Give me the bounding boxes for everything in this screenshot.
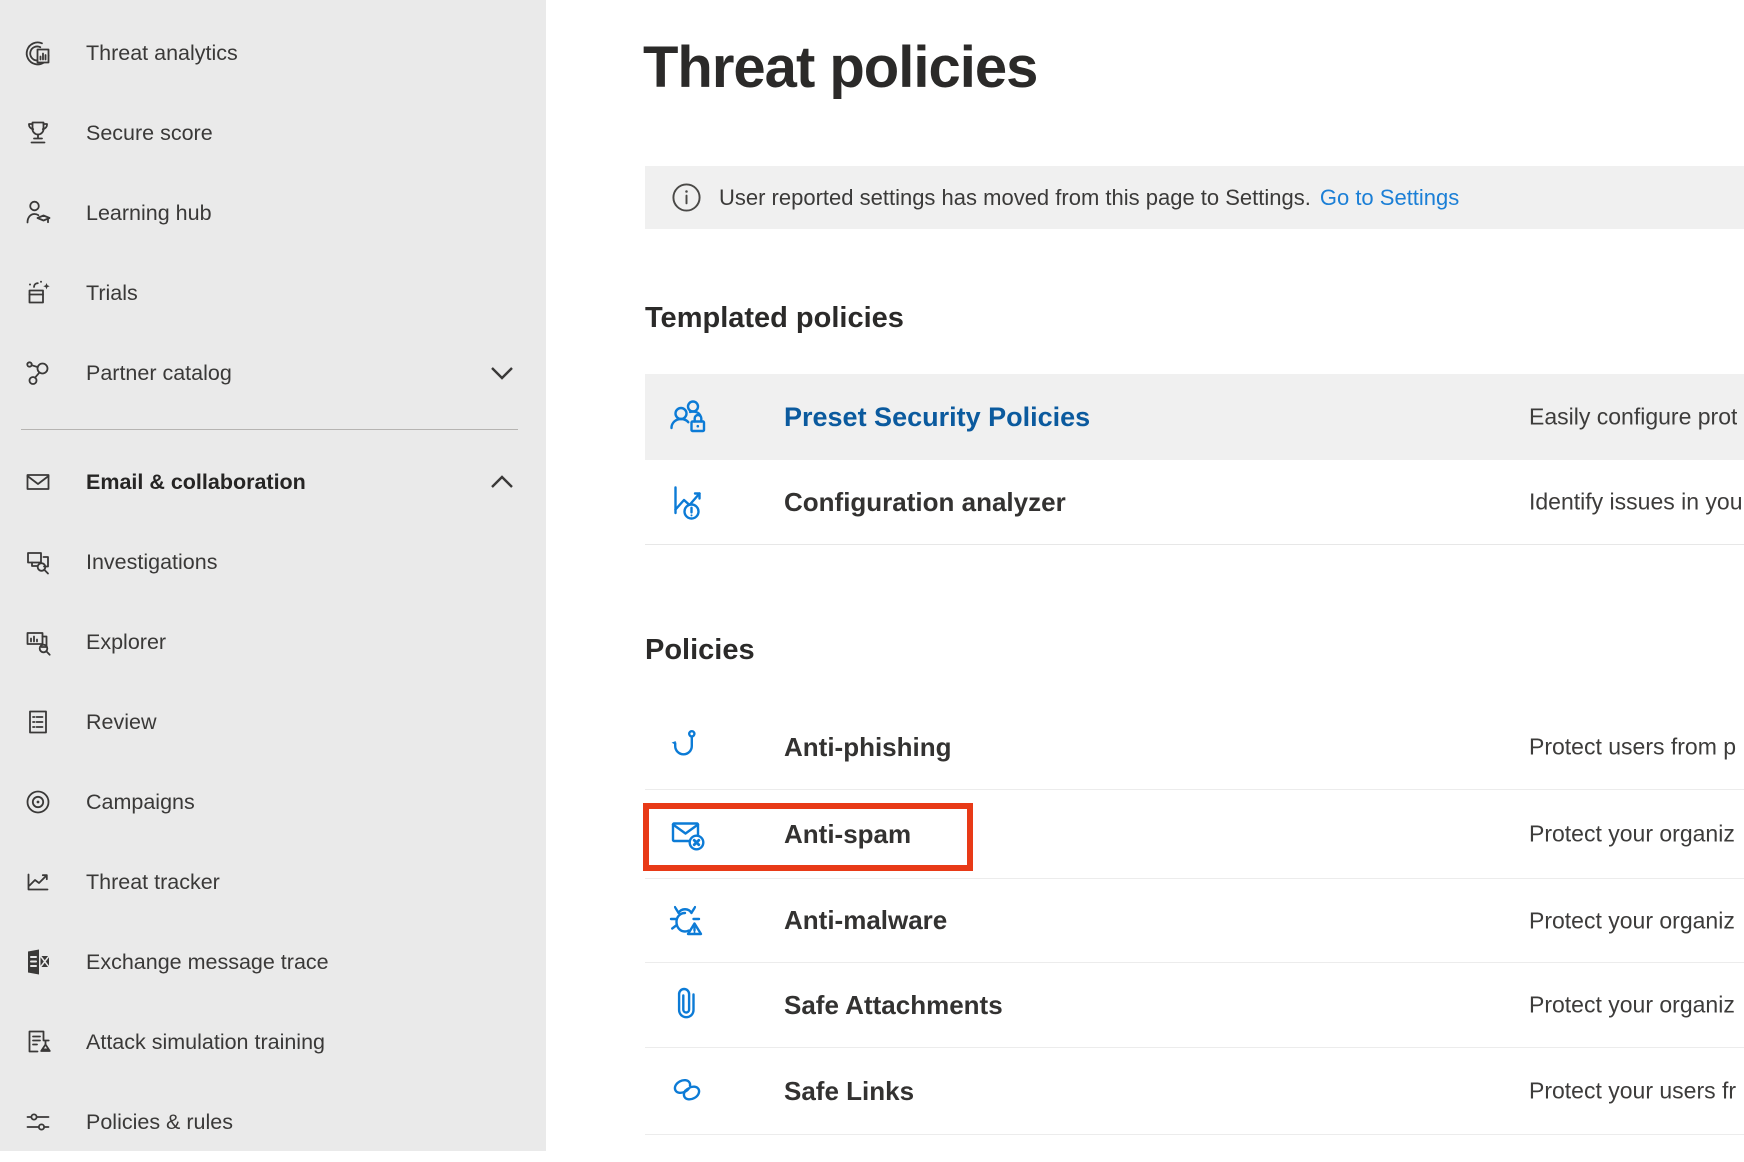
- row-title[interactable]: Anti-spam: [784, 819, 911, 850]
- sidebar-item-label: Review: [86, 710, 157, 735]
- sidebar-item-label: Partner catalog: [86, 361, 232, 386]
- anti-spam-icon: [664, 810, 712, 858]
- sidebar-item-label: Policies & rules: [86, 1110, 233, 1135]
- trials-icon: [20, 275, 56, 311]
- threat-analytics-icon: [20, 35, 56, 71]
- section-heading-policies: Policies: [645, 634, 755, 667]
- sidebar-item-label: Campaigns: [86, 790, 195, 815]
- sidebar-item-label: Exchange message trace: [86, 950, 329, 975]
- safe-attachments-icon: [664, 981, 712, 1029]
- policies-rules-icon: [20, 1104, 56, 1140]
- secure-score-icon: [20, 115, 56, 151]
- sidebar-item-label: Threat tracker: [86, 870, 220, 895]
- sidebar-item-threat-analytics[interactable]: Threat analytics: [0, 13, 546, 93]
- row-description: Easily configure prot: [1529, 404, 1737, 431]
- row-title[interactable]: Anti-malware: [784, 905, 947, 936]
- preset-security-policies-icon: [664, 393, 712, 441]
- review-icon: [20, 704, 56, 740]
- sidebar-item-label: Secure score: [86, 121, 213, 146]
- anti-phishing-icon: [664, 723, 712, 771]
- exchange-message-trace-icon: [20, 944, 56, 980]
- sidebar-item-policies-rules[interactable]: Policies & rules: [0, 1082, 546, 1162]
- campaigns-icon: [20, 784, 56, 820]
- threat-tracker-icon: [20, 864, 56, 900]
- row-description: Protect your users fr: [1529, 1078, 1736, 1105]
- row-description: Protect your organiz: [1529, 992, 1735, 1019]
- sidebar-item-learning-hub[interactable]: Learning hub: [0, 173, 546, 253]
- sidebar: Threat analytics Secure score Learning h…: [0, 0, 546, 1151]
- learning-hub-icon: [20, 195, 56, 231]
- sidebar-item-label: Learning hub: [86, 201, 212, 226]
- row-title[interactable]: Preset Security Policies: [784, 402, 1090, 433]
- anti-malware-icon: [664, 897, 712, 945]
- sidebar-item-label: Email & collaboration: [86, 470, 306, 495]
- sidebar-item-campaigns[interactable]: Campaigns: [0, 762, 546, 842]
- row-safe-attachments[interactable]: Safe Attachments Protect your organiz: [645, 963, 1744, 1048]
- sidebar-item-partner-catalog[interactable]: Partner catalog: [0, 333, 546, 413]
- row-description: Protect your organiz: [1529, 821, 1735, 848]
- sidebar-item-investigations[interactable]: Investigations: [0, 522, 546, 602]
- partner-catalog-icon: [20, 355, 56, 391]
- row-anti-spam[interactable]: Anti-spam Protect your organiz: [645, 790, 1744, 879]
- sidebar-item-label: Investigations: [86, 550, 217, 575]
- explorer-icon: [20, 624, 56, 660]
- row-configuration-analyzer[interactable]: Configuration analyzer Identify issues i…: [645, 460, 1744, 545]
- row-anti-phishing[interactable]: Anti-phishing Protect users from p: [645, 705, 1744, 790]
- page-title: Threat policies: [643, 34, 1037, 101]
- row-anti-malware[interactable]: Anti-malware Protect your organiz: [645, 879, 1744, 963]
- sidebar-divider: [21, 429, 518, 430]
- sidebar-nav: Threat analytics Secure score Learning h…: [0, 0, 546, 1162]
- main-content: Threat policies User reported settings h…: [546, 0, 1744, 1151]
- row-description: Protect your organiz: [1529, 907, 1735, 934]
- row-description: Protect users from p: [1529, 734, 1736, 761]
- row-title[interactable]: Safe Links: [784, 1076, 914, 1107]
- email-collaboration-icon: [20, 464, 56, 500]
- banner-text: User reported settings has moved from th…: [719, 185, 1459, 211]
- row-safe-links[interactable]: Safe Links Protect your users fr: [645, 1048, 1744, 1135]
- safe-links-icon: [664, 1067, 712, 1115]
- attack-simulation-training-icon: [20, 1024, 56, 1060]
- sidebar-item-exchange-message-trace[interactable]: Exchange message trace: [0, 922, 546, 1002]
- info-icon: [671, 182, 702, 213]
- sidebar-item-attack-simulation-training[interactable]: Attack simulation training: [0, 1002, 546, 1082]
- sidebar-item-explorer[interactable]: Explorer: [0, 602, 546, 682]
- row-title[interactable]: Safe Attachments: [784, 990, 1003, 1021]
- row-description: Identify issues in you: [1529, 489, 1743, 516]
- sidebar-item-label: Threat analytics: [86, 41, 238, 66]
- row-preset-security-policies[interactable]: Preset Security Policies Easily configur…: [645, 374, 1744, 460]
- chevron-up-icon[interactable]: [490, 475, 514, 489]
- info-banner: User reported settings has moved from th…: [645, 166, 1744, 229]
- sidebar-item-trials[interactable]: Trials: [0, 253, 546, 333]
- configuration-analyzer-icon: [664, 478, 712, 526]
- go-to-settings-link[interactable]: Go to Settings: [1320, 185, 1459, 210]
- investigations-icon: [20, 544, 56, 580]
- sidebar-item-label: Attack simulation training: [86, 1030, 325, 1055]
- sidebar-item-label: Explorer: [86, 630, 166, 655]
- sidebar-item-threat-tracker[interactable]: Threat tracker: [0, 842, 546, 922]
- sidebar-item-review[interactable]: Review: [0, 682, 546, 762]
- row-title[interactable]: Anti-phishing: [784, 732, 952, 763]
- sidebar-item-label: Trials: [86, 281, 138, 306]
- chevron-down-icon[interactable]: [490, 366, 514, 380]
- section-heading-templated-policies: Templated policies: [645, 302, 904, 335]
- sidebar-item-email-collaboration[interactable]: Email & collaboration: [0, 442, 546, 522]
- sidebar-item-secure-score[interactable]: Secure score: [0, 93, 546, 173]
- row-title[interactable]: Configuration analyzer: [784, 487, 1066, 518]
